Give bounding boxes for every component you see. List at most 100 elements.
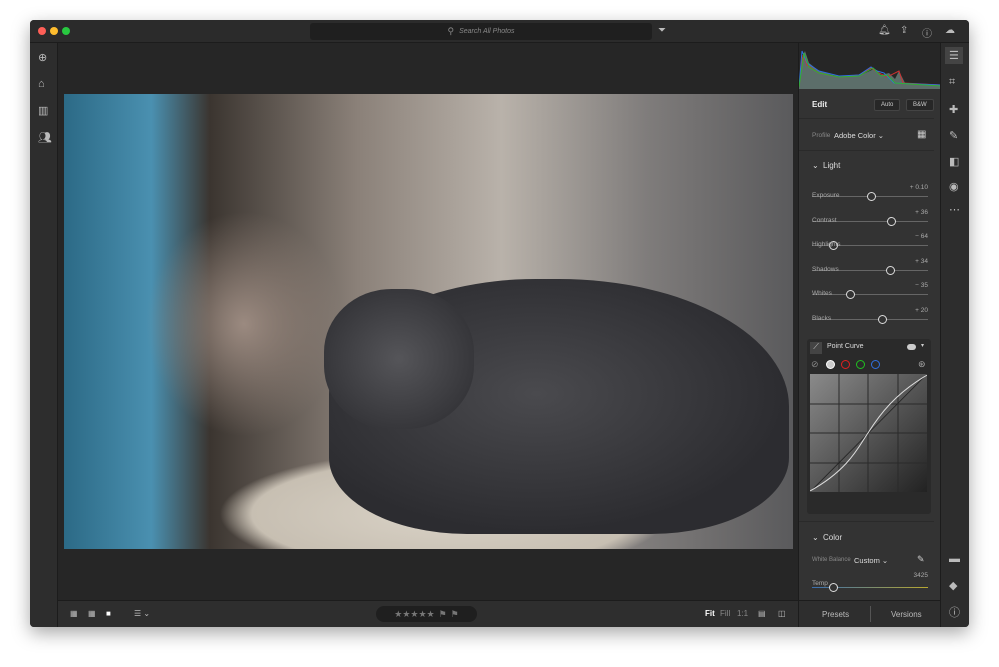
chevron-down-icon: ⌄ (812, 161, 819, 170)
library-icon[interactable]: ▥ (38, 104, 48, 117)
left-sidebar: ⊕ ⌂ ▥ 👥︎ (30, 43, 58, 627)
slider-knob[interactable] (886, 216, 896, 226)
slider-whites[interactable]: Whites − 35 (812, 282, 928, 300)
slider-label: Highlights (812, 241, 841, 248)
edit-sliders-icon[interactable]: ☰ (945, 47, 963, 64)
color-title: Color (823, 533, 843, 542)
cloud-icon[interactable]: ☁ (945, 25, 955, 36)
point-curve-title: Point Curve (827, 343, 864, 350)
square-grid-icon[interactable]: ▦ (70, 609, 78, 618)
parametric-curve-icon[interactable]: ⊘ (811, 359, 819, 370)
curve-graph[interactable] (810, 374, 927, 492)
slider-blacks[interactable]: Blacks + 20 (812, 307, 928, 325)
minimize-button[interactable] (50, 27, 58, 35)
slider-label: Contrast (812, 216, 837, 224)
search-icon: ⚲ (447, 26, 455, 36)
home-icon[interactable]: ⌂ (38, 78, 45, 90)
bell-icon[interactable]: 🔔︎ (878, 25, 891, 36)
zoom-fill[interactable]: Fill (720, 609, 730, 618)
help-icon[interactable]: ⓘ (922, 25, 932, 40)
slider-value: + 20 (915, 306, 928, 314)
edit-panel: Edit Auto B&W Profile Adobe Color ⌄ ▦ ⌄ L… (798, 43, 941, 627)
white-balance-dropdown[interactable]: Custom ⌄ (854, 556, 888, 565)
panel-tabs: Presets Versions (799, 600, 940, 627)
brush-icon[interactable]: ✎ (949, 129, 958, 142)
auto-button[interactable]: Auto (874, 99, 901, 111)
bw-button[interactable]: B&W (906, 99, 934, 111)
search-input[interactable]: ⚲ Search All Photos (310, 23, 652, 40)
cat-head (324, 289, 474, 429)
pick-flag-icon[interactable]: ⚑ (439, 609, 447, 620)
slider-contrast[interactable]: Contrast + 36 (812, 209, 928, 227)
maximize-button[interactable] (62, 27, 70, 35)
target-adjust-icon[interactable]: ⊛ (918, 359, 926, 370)
crop-icon[interactable]: ⌗ (949, 76, 955, 89)
slider-highlights[interactable]: Highlights − 64 (812, 233, 928, 251)
slider-knob[interactable] (877, 314, 887, 324)
people-icon[interactable]: 👥︎ (38, 131, 52, 144)
slider-shadows[interactable]: Shadows + 34 (812, 258, 928, 276)
slider-label: Exposure (812, 192, 840, 199)
profile-browser-icon[interactable]: ▦ (917, 129, 926, 140)
add-icon[interactable]: ⊕ (38, 51, 47, 64)
info-icon[interactable]: ⓘ (949, 604, 960, 620)
slider-exposure[interactable]: Exposure + 0.10 (812, 184, 928, 202)
detail-icon[interactable]: ■ (106, 609, 111, 618)
photo-canvas (58, 43, 798, 600)
linear-gradient-icon[interactable]: ◧ (949, 155, 959, 168)
curve-channel-red[interactable] (841, 360, 850, 369)
slider-value: − 35 (915, 282, 928, 289)
radial-gradient-icon[interactable]: ◉ (949, 180, 959, 193)
slider-value: + 36 (915, 208, 928, 216)
curve-channel-green[interactable] (856, 360, 865, 369)
slider-value: − 64 (915, 233, 928, 240)
profile-label: Profile (812, 132, 831, 139)
curve-icon[interactable]: ⟋ (810, 342, 822, 354)
filmstrip-icon[interactable]: ▤ (758, 609, 766, 618)
rating-flag-control: ★★★★★ ⚑ ⚑ (376, 606, 477, 622)
edit-title: Edit (812, 100, 828, 109)
bottom-toolbar: ▦ ▦ ■ ☰ ⌄ ★★★★★ ⚑ ⚑ Fit Fill 1:1 ▤ ◫ (58, 600, 798, 627)
profile-value: Adobe Color (834, 131, 876, 140)
slider-knob[interactable] (867, 192, 877, 201)
white-balance-label: White Balance (812, 557, 851, 563)
zoom-1-1[interactable]: 1:1 (737, 609, 748, 618)
histogram (799, 43, 941, 89)
temp-slider[interactable]: Temp 3425 (812, 572, 928, 592)
profile-dropdown[interactable]: Adobe Color ⌄ (834, 131, 884, 140)
curve-menu-chevron[interactable]: ▾ (921, 342, 924, 349)
reject-flag-icon[interactable]: ⚑ (451, 609, 459, 620)
grid-icon[interactable]: ▦ (88, 609, 96, 618)
chevron-down-icon: ⌄ (812, 533, 819, 542)
curve-toggle[interactable] (907, 344, 916, 350)
temp-value: 3425 (913, 572, 928, 579)
zoom-fit[interactable]: Fit (705, 609, 715, 618)
share-icon[interactable]: ⇪ (900, 25, 908, 36)
curve-channel-rgb[interactable] (826, 360, 835, 369)
more-icon[interactable]: ⋯ (949, 203, 960, 216)
eyedropper-icon[interactable]: ✎ (917, 554, 925, 565)
photo-cat-on-blanket[interactable] (64, 94, 793, 549)
comment-icon[interactable]: ▬ (949, 553, 960, 565)
app-window: ⚲ Search All Photos ⏷ 🔔︎ ⇪ ⓘ ☁ ⊕ ⌂ ▥ 👥︎ ▦… (30, 20, 969, 627)
temp-label: Temp (812, 580, 828, 587)
slider-knob[interactable] (885, 265, 895, 275)
slider-label: Shadows (812, 265, 839, 273)
slider-value: + 34 (915, 257, 928, 265)
versions-tab[interactable]: Versions (891, 610, 922, 619)
temp-slider-knob[interactable] (828, 583, 838, 592)
filter-icon[interactable]: ⏷ (658, 25, 666, 36)
star-rating[interactable]: ★★★★★ (394, 609, 434, 620)
compare-icon[interactable]: ◫ (778, 609, 786, 618)
presets-tab[interactable]: Presets (822, 610, 849, 619)
title-bar: ⚲ Search All Photos ⏷ 🔔︎ ⇪ ⓘ ☁ (30, 20, 969, 43)
slider-label: Blacks (812, 314, 832, 322)
curve-channel-blue[interactable] (871, 360, 880, 369)
sort-icon[interactable]: ☰ ⌄ (134, 609, 150, 618)
tag-icon[interactable]: ◆ (949, 579, 957, 592)
close-button[interactable] (38, 27, 46, 35)
slider-knob[interactable] (846, 290, 856, 299)
healing-icon[interactable]: ✚ (949, 103, 958, 116)
slider-value: + 0.10 (909, 184, 928, 191)
search-placeholder: Search All Photos (459, 28, 515, 35)
